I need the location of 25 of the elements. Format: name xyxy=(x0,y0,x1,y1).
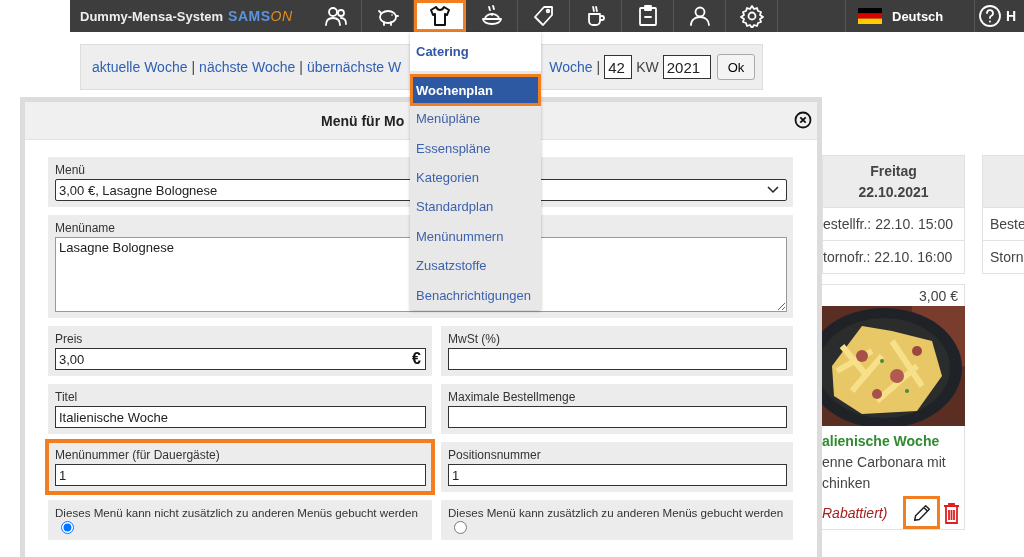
discount-note: Rabattiert) xyxy=(822,504,888,521)
meal-description: enne Carbonara mit chinken xyxy=(822,453,947,493)
separator: | xyxy=(596,59,601,75)
week-label: KW xyxy=(636,59,659,75)
option-label: Dieses Menü kann nicht zusätzlich zu anderen Menüs gebucht werden xyxy=(55,506,419,519)
option-label: Dieses Menü kann zusätzlich zu anderen Menüs gebucht werden xyxy=(448,506,785,519)
deadline-cell: Storn xyxy=(982,241,1024,274)
field-label: Preis xyxy=(55,332,84,346)
field-label: Menüname xyxy=(55,221,117,235)
menu-heading: Catering xyxy=(410,32,541,71)
separator: | xyxy=(191,59,196,75)
separator: | xyxy=(299,59,303,75)
currency-symbol: € xyxy=(412,350,421,368)
logo: SAMSON xyxy=(228,8,293,24)
field-label: Menü xyxy=(55,163,87,177)
meal-price: 3,00 € xyxy=(918,287,959,306)
field-label: Titel xyxy=(55,390,79,404)
meal-title: alienische Woche xyxy=(822,433,941,449)
field-label: Menünummer (für Dauergäste) xyxy=(55,448,221,462)
field-label: Positionsnummer xyxy=(448,448,542,462)
field-label: MwSt (%) xyxy=(448,332,501,346)
day-header: Freitag 22.10.2021 xyxy=(822,155,965,208)
dialog-title: Menü für Mo xyxy=(321,112,405,129)
field-label: Maximale Bestellmenge xyxy=(448,390,577,404)
app-title: Dummy-Mensa-System xyxy=(80,8,224,24)
